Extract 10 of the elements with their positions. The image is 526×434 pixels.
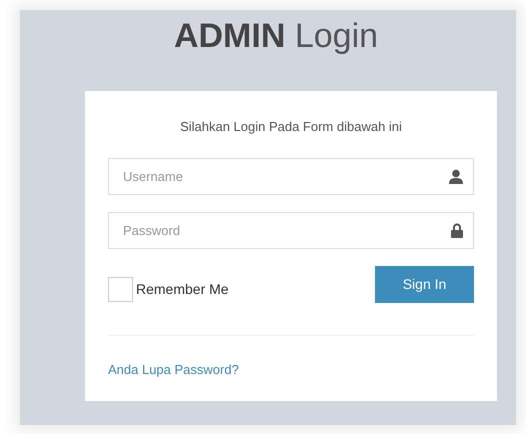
remember-label: Remember Me [136, 280, 229, 298]
sign-in-button[interactable]: Sign In [375, 266, 474, 302]
forgot-password-link[interactable]: Anda Lupa Password? [108, 360, 239, 379]
lock-icon [451, 222, 463, 238]
input-field[interactable]: Username [108, 158, 474, 194]
page-title: ADMIN Login [174, 16, 378, 56]
user-icon [449, 168, 463, 184]
input-field[interactable]: Password [108, 212, 474, 248]
login-message: Silahkan Login Pada Form dibawah ini [179, 118, 403, 136]
remember-checkbox[interactable] [108, 276, 133, 302]
